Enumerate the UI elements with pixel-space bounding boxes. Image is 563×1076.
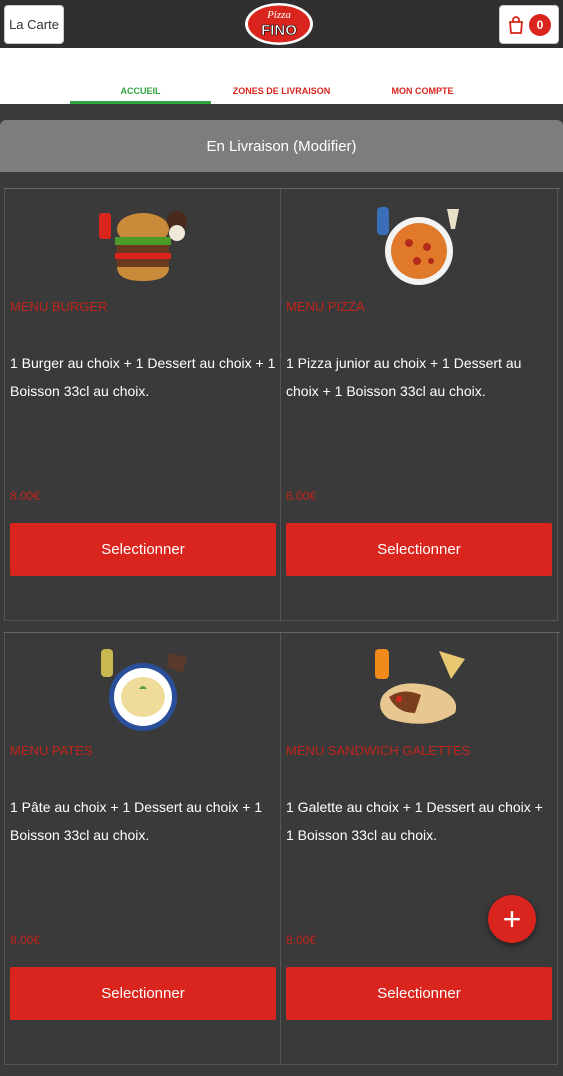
wrap-icon — [375, 649, 465, 724]
menu-card-sandwich-galettes: MENU SANDWICH GALETTES 1 Galette au choi… — [281, 633, 558, 1065]
nav-accueil[interactable]: ACCUEIL — [70, 79, 211, 104]
menu-title: MENU SANDWICH GALETTES — [286, 743, 471, 758]
menu-grid: MENU BURGER 1 Burger au choix + 1 Desser… — [4, 188, 560, 1076]
shopping-bag-icon — [509, 15, 523, 34]
svg-text:Pizza: Pizza — [266, 9, 291, 21]
select-button[interactable]: Selectionner — [286, 523, 552, 576]
svg-text:FINO: FINO — [261, 22, 297, 39]
menu-price: 8.00€ — [10, 489, 41, 503]
menu-description: 1 Galette au choix + 1 Dessert au choix … — [286, 799, 543, 843]
menu-card-pates: MENU PATES 1 Pâte au choix + 1 Dessert a… — [4, 633, 281, 1065]
menu-card-burger: MENU BURGER 1 Burger au choix + 1 Desser… — [4, 189, 281, 621]
menu-price: 8.00€ — [10, 933, 41, 947]
menu-price: 8.00€ — [286, 933, 317, 947]
delivery-mode-bar[interactable]: En Livraison (Modifier) — [0, 120, 563, 172]
pizza-icon — [377, 207, 459, 285]
select-button[interactable]: Selectionner — [10, 967, 276, 1020]
menu-price: 8.00€ — [286, 489, 317, 503]
la-carte-button[interactable]: La Carte — [4, 5, 64, 44]
menu-row: MENU PATES 1 Pâte au choix + 1 Dessert a… — [4, 632, 560, 1065]
menu-title: MENU PATES — [10, 743, 93, 758]
menu-title: MENU PIZZA — [286, 299, 365, 314]
add-fab-button[interactable]: + — [488, 895, 536, 943]
select-button[interactable]: Selectionner — [10, 523, 276, 576]
pasta-icon — [101, 649, 187, 731]
menu-row: MENU BURGER 1 Burger au choix + 1 Desser… — [4, 188, 560, 621]
select-button[interactable]: Selectionner — [286, 967, 552, 1020]
main-nav: ACCUEIL ZONES DE LIVRAISON MON COMPTE — [0, 48, 563, 104]
top-bar: La Carte Pizza FINO 0 — [0, 0, 563, 48]
burger-icon — [99, 211, 187, 281]
menu-description: 1 Burger au choix + 1 Dessert au choix +… — [10, 355, 276, 399]
menu-description: 1 Pizza junior au choix + 1 Dessert au c… — [286, 355, 522, 399]
cart-button[interactable]: 0 — [499, 5, 559, 44]
cart-count-badge: 0 — [529, 13, 551, 36]
menu-card-pizza: MENU PIZZA 1 Pizza junior au choix + 1 D… — [281, 189, 558, 621]
nav-mon-compte[interactable]: MON COMPTE — [352, 79, 493, 104]
menu-description: 1 Pâte au choix + 1 Dessert au choix + 1… — [10, 799, 263, 843]
nav-zones-livraison[interactable]: ZONES DE LIVRAISON — [211, 79, 352, 104]
pizza-fino-logo[interactable]: Pizza FINO — [244, 2, 314, 46]
menu-title: MENU BURGER — [10, 299, 108, 314]
